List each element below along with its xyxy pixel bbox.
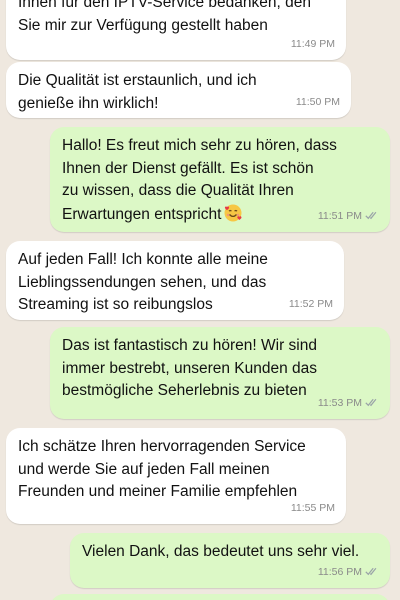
message-time: 11:49 PM <box>290 37 335 50</box>
outgoing-message-partial[interactable] <box>50 594 390 600</box>
message-time: 11:53 PM <box>317 396 362 409</box>
read-double-check-icon <box>365 568 377 576</box>
read-double-check-icon <box>365 399 377 407</box>
outgoing-message[interactable]: Vielen Dank, das bedeutet uns sehr viel.… <box>70 533 390 588</box>
incoming-message[interactable]: Ihnen für den IPTV-Service bedanken, den… <box>6 0 346 60</box>
message-meta: 11:51 PM <box>318 205 379 228</box>
outgoing-message[interactable]: Hallo! Es freut mich sehr zu hören, dass… <box>50 127 390 232</box>
message-text-content: Hallo! Es freut mich sehr zu hören, dass… <box>62 137 337 223</box>
message-time: 11:55 PM <box>290 501 335 514</box>
message-time: 11:52 PM <box>288 297 333 310</box>
message-text: Ihnen für den IPTV-Service bedanken, den… <box>18 0 311 34</box>
message-meta: 11:52 PM <box>289 293 333 316</box>
incoming-message[interactable]: Ich schätze Ihren hervorragenden Service… <box>6 428 346 524</box>
outgoing-message[interactable]: Das ist fantastisch zu hören! Wir sind i… <box>50 327 390 419</box>
message-meta: 11:55 PM <box>291 497 335 520</box>
incoming-message[interactable]: Auf jeden Fall! Ich konnte alle meine Li… <box>6 241 344 320</box>
message-meta: 11:53 PM <box>318 392 379 415</box>
message-time: 11:56 PM <box>317 565 362 578</box>
message-text: Ich schätze Ihren hervorragenden Service… <box>18 438 306 500</box>
read-double-check-icon <box>365 212 377 220</box>
message-meta: 11:56 PM <box>318 561 379 584</box>
smiling-face-with-hearts-emoji <box>224 204 242 221</box>
message-text: Die Qualität ist erstaunlich, und ich ge… <box>18 72 257 112</box>
incoming-message[interactable]: Die Qualität ist erstaunlich, und ich ge… <box>6 62 351 118</box>
message-meta: 11:50 PM <box>296 91 340 114</box>
message-text: Auf jeden Fall! Ich konnte alle meine Li… <box>18 251 268 313</box>
chat-thread[interactable]: Ihnen für den IPTV-Service bedanken, den… <box>0 0 400 600</box>
message-meta: 11:49 PM <box>291 33 335 56</box>
message-time: 11:51 PM <box>317 209 362 222</box>
message-time: 11:50 PM <box>295 95 340 108</box>
